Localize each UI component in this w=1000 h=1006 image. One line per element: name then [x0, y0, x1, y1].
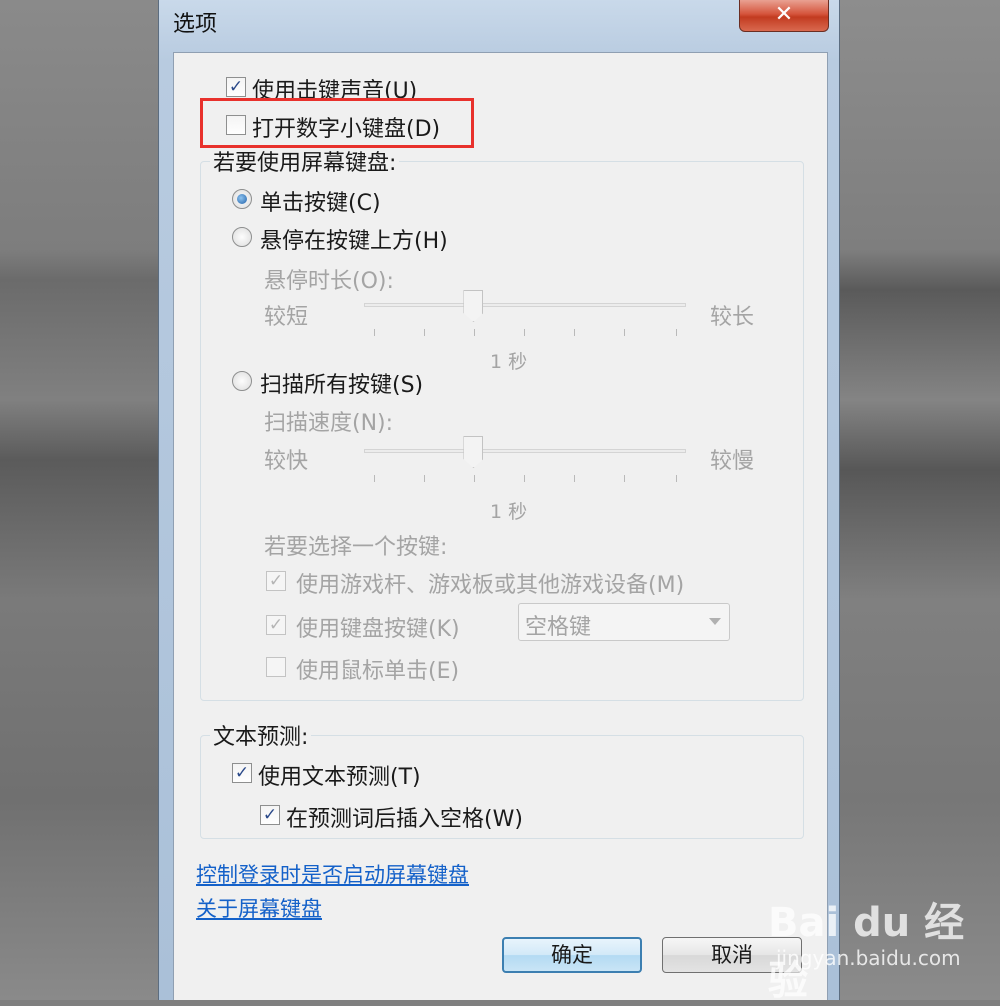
scan-tick: [676, 475, 677, 482]
scan-value-label: 1 秒: [490, 501, 528, 523]
scan-min-label: 较快: [264, 449, 309, 474]
scan-speed-track: [364, 449, 686, 453]
onscreen-group-title: 若要使用屏幕键盘:: [210, 145, 400, 177]
mouse-click-checkbox[interactable]: [266, 657, 286, 677]
scan-tick: [624, 475, 625, 482]
ok-button[interactable]: 确定: [502, 937, 642, 973]
hover-tick: [524, 329, 525, 336]
background-left: [0, 0, 160, 1000]
chevron-down-icon: [709, 618, 721, 625]
select-key-prompt: 若要选择一个按键:: [264, 535, 448, 560]
about-link[interactable]: 关于屏幕键盘: [196, 893, 322, 923]
close-button[interactable]: ✕: [739, 0, 829, 32]
hover-tick: [424, 329, 425, 336]
options-dialog: 选项 ✕ ✓ 使用击键声音(U) 打开数字小键盘(D) 若要使用屏幕键盘: 单击…: [158, 0, 840, 1000]
click-keys-radio[interactable]: [232, 189, 252, 209]
text-prediction-title: 文本预测:: [210, 719, 312, 751]
joystick-label[interactable]: 使用游戏杆、游戏板或其他游戏设备(M): [296, 567, 684, 599]
close-icon: ✕: [774, 2, 794, 27]
keyboard-key-label[interactable]: 使用键盘按键(K): [296, 611, 460, 643]
insert-space-label[interactable]: 在预测词后插入空格(W): [286, 801, 523, 833]
scan-keys-label[interactable]: 扫描所有按键(S): [260, 367, 423, 399]
annotation-highlight-box: [200, 98, 474, 148]
hover-keys-radio[interactable]: [232, 227, 252, 247]
dialog-title: 选项: [173, 12, 218, 37]
hover-duration-track: [364, 303, 686, 307]
hover-tick: [574, 329, 575, 336]
scan-tick: [524, 475, 525, 482]
scan-speed-label: 扫描速度(N):: [264, 411, 394, 436]
insert-space-checkbox[interactable]: ✓: [260, 805, 280, 825]
joystick-checkbox[interactable]: ✓: [266, 571, 286, 591]
hover-tick: [474, 329, 475, 336]
mouse-click-label[interactable]: 使用鼠标单击(E): [296, 653, 459, 685]
hover-value-label: 1 秒: [490, 351, 528, 373]
hover-tick: [676, 329, 677, 336]
watermark-url: jingyan.baidu.com: [776, 946, 961, 970]
use-prediction-label[interactable]: 使用文本预测(T): [258, 759, 421, 791]
hover-tick: [374, 329, 375, 336]
keyboard-key-checkbox[interactable]: ✓: [266, 615, 286, 635]
hover-duration-label: 悬停时长(O):: [264, 269, 394, 294]
scan-max-label: 较慢: [710, 449, 755, 474]
background-right: [840, 0, 1000, 1000]
hover-min-label: 较短: [264, 305, 309, 330]
scan-tick: [474, 475, 475, 482]
scan-tick: [574, 475, 575, 482]
baidu-watermark: Bai du 经验 jingyan.baidu.com: [768, 890, 1000, 1004]
key-select-dropdown[interactable]: 空格键: [518, 603, 730, 641]
scan-tick: [374, 475, 375, 482]
use-prediction-checkbox[interactable]: ✓: [232, 763, 252, 783]
hover-max-label: 较长: [710, 305, 755, 330]
key-select-value: 空格键: [525, 615, 592, 640]
key-sound-checkbox[interactable]: ✓: [226, 77, 246, 97]
click-keys-label[interactable]: 单击按键(C): [260, 185, 381, 217]
hover-tick: [624, 329, 625, 336]
scan-tick: [424, 475, 425, 482]
hover-keys-label[interactable]: 悬停在按键上方(H): [260, 223, 448, 255]
scan-keys-radio[interactable]: [232, 371, 252, 391]
login-control-link[interactable]: 控制登录时是否启动屏幕键盘: [196, 859, 469, 889]
dialog-client-area: ✓ 使用击键声音(U) 打开数字小键盘(D) 若要使用屏幕键盘: 单击按键(C)…: [173, 52, 828, 1000]
